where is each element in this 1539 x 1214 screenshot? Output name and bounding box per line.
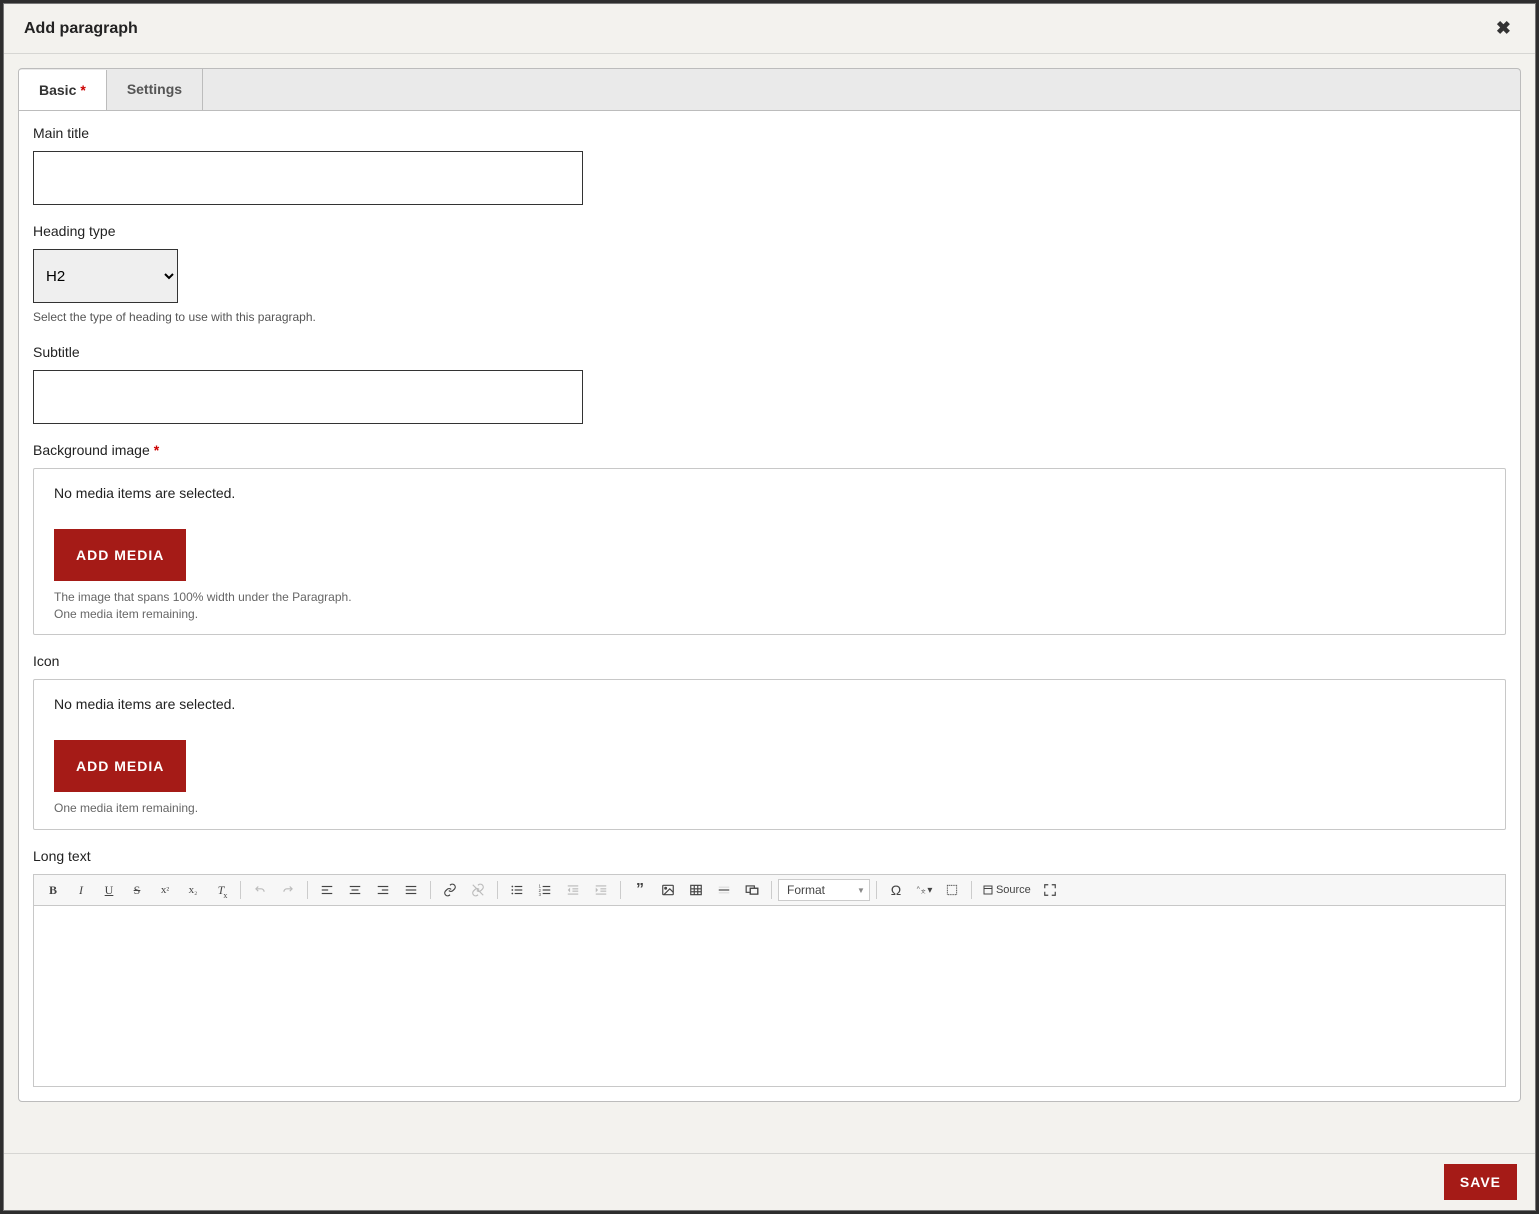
icon-help-line1: One media item remaining. <box>54 800 1485 817</box>
underline-icon[interactable]: U <box>96 877 122 903</box>
numbered-list-icon[interactable]: 123 <box>532 877 558 903</box>
bg-image-help-line2: One media item remaining. <box>54 606 1485 623</box>
modal-header: Add paragraph ✖ <box>4 4 1535 54</box>
icon-empty-text: No media items are selected. <box>54 696 1485 712</box>
modal-footer: SAVE <box>4 1153 1535 1210</box>
subtitle-label: Subtitle <box>33 344 1506 360</box>
italic-icon[interactable]: I <box>68 877 94 903</box>
tabs: Basic* Settings <box>18 68 1521 110</box>
icon-media-box: No media items are selected. ADD MEDIA O… <box>33 679 1506 830</box>
blockquote-icon[interactable]: ” <box>627 877 653 903</box>
align-justify-icon[interactable] <box>398 877 424 903</box>
separator <box>240 881 241 899</box>
link-icon[interactable] <box>437 877 463 903</box>
unlink-icon[interactable] <box>465 877 491 903</box>
superscript-icon[interactable]: x² <box>152 877 178 903</box>
special-char-icon[interactable]: Ω <box>883 877 909 903</box>
strikethrough-icon[interactable]: S <box>124 877 150 903</box>
modal-title: Add paragraph <box>24 20 138 38</box>
separator <box>497 881 498 899</box>
bullet-list-icon[interactable] <box>504 877 530 903</box>
main-title-label: Main title <box>33 125 1506 141</box>
format-dropdown-label: Format <box>787 883 825 897</box>
editor-toolbar: B I U S x² x₂ Tx <box>34 875 1505 906</box>
separator <box>620 881 621 899</box>
required-marker: * <box>154 442 159 458</box>
heading-type-label: Heading type <box>33 223 1506 239</box>
bg-image-add-media-button[interactable]: ADD MEDIA <box>54 529 186 581</box>
maximize-icon[interactable] <box>1037 877 1063 903</box>
align-left-icon[interactable] <box>314 877 340 903</box>
horizontal-rule-icon[interactable] <box>711 877 737 903</box>
modal: Add paragraph ✖ Basic* Settings Main tit… <box>3 3 1536 1211</box>
separator <box>771 881 772 899</box>
editor-textarea[interactable] <box>34 906 1505 1086</box>
modal-body: Basic* Settings Main title Heading type … <box>4 54 1535 1153</box>
indent-icon[interactable] <box>588 877 614 903</box>
bg-image-help: The image that spans 100% width under th… <box>54 589 1485 623</box>
language-icon[interactable]: A文▾ <box>911 877 937 903</box>
image-icon[interactable] <box>655 877 681 903</box>
close-icon[interactable]: ✖ <box>1492 18 1515 39</box>
bg-image-label-text: Background image <box>33 442 150 458</box>
tab-basic[interactable]: Basic* <box>19 70 107 110</box>
table-icon[interactable] <box>683 877 709 903</box>
icon-help: One media item remaining. <box>54 800 1485 817</box>
icon-label: Icon <box>33 653 1506 669</box>
richtext-editor: B I U S x² x₂ Tx <box>33 874 1506 1087</box>
outdent-icon[interactable] <box>560 877 586 903</box>
tab-panel-basic: Main title Heading type H2 Select the ty… <box>18 110 1521 1102</box>
separator <box>307 881 308 899</box>
field-subtitle: Subtitle <box>33 344 1506 424</box>
media-embed-icon[interactable] <box>739 877 765 903</box>
separator <box>430 881 431 899</box>
field-heading-type: Heading type H2 Select the type of headi… <box>33 223 1506 326</box>
undo-icon[interactable] <box>247 877 273 903</box>
bg-image-empty-text: No media items are selected. <box>54 485 1485 501</box>
long-text-label: Long text <box>33 848 1506 864</box>
subscript-icon[interactable]: x₂ <box>180 877 206 903</box>
field-icon: Icon No media items are selected. ADD ME… <box>33 653 1506 830</box>
align-center-icon[interactable] <box>342 877 368 903</box>
svg-text:3: 3 <box>539 892 542 897</box>
format-dropdown[interactable]: Format ▼ <box>778 879 870 901</box>
source-button[interactable]: Source <box>978 877 1035 903</box>
heading-type-help: Select the type of heading to use with t… <box>33 309 1506 326</box>
separator <box>876 881 877 899</box>
tab-basic-label: Basic <box>39 82 76 98</box>
main-title-input[interactable] <box>33 151 583 205</box>
svg-text:A: A <box>917 885 921 890</box>
svg-text:文: 文 <box>921 888 926 895</box>
source-button-label: Source <box>996 884 1031 896</box>
remove-format-icon[interactable]: Tx <box>208 877 234 903</box>
heading-type-select[interactable]: H2 <box>33 249 178 303</box>
separator <box>971 881 972 899</box>
align-right-icon[interactable] <box>370 877 396 903</box>
bold-icon[interactable]: B <box>40 877 66 903</box>
subtitle-input[interactable] <box>33 370 583 424</box>
show-blocks-icon[interactable] <box>939 877 965 903</box>
icon-add-media-button[interactable]: ADD MEDIA <box>54 740 186 792</box>
field-long-text: Long text B I U S x² x₂ Tx <box>33 848 1506 1087</box>
field-background-image: Background image* No media items are sel… <box>33 442 1506 636</box>
save-button[interactable]: SAVE <box>1444 1164 1517 1200</box>
bg-image-label: Background image* <box>33 442 1506 458</box>
tab-settings[interactable]: Settings <box>107 69 203 110</box>
tab-settings-label: Settings <box>127 81 182 97</box>
field-main-title: Main title <box>33 125 1506 205</box>
required-marker: * <box>80 82 85 98</box>
redo-icon[interactable] <box>275 877 301 903</box>
bg-image-help-line1: The image that spans 100% width under th… <box>54 589 1485 606</box>
bg-image-media-box: No media items are selected. ADD MEDIA T… <box>33 468 1506 636</box>
chevron-down-icon: ▼ <box>857 886 865 895</box>
